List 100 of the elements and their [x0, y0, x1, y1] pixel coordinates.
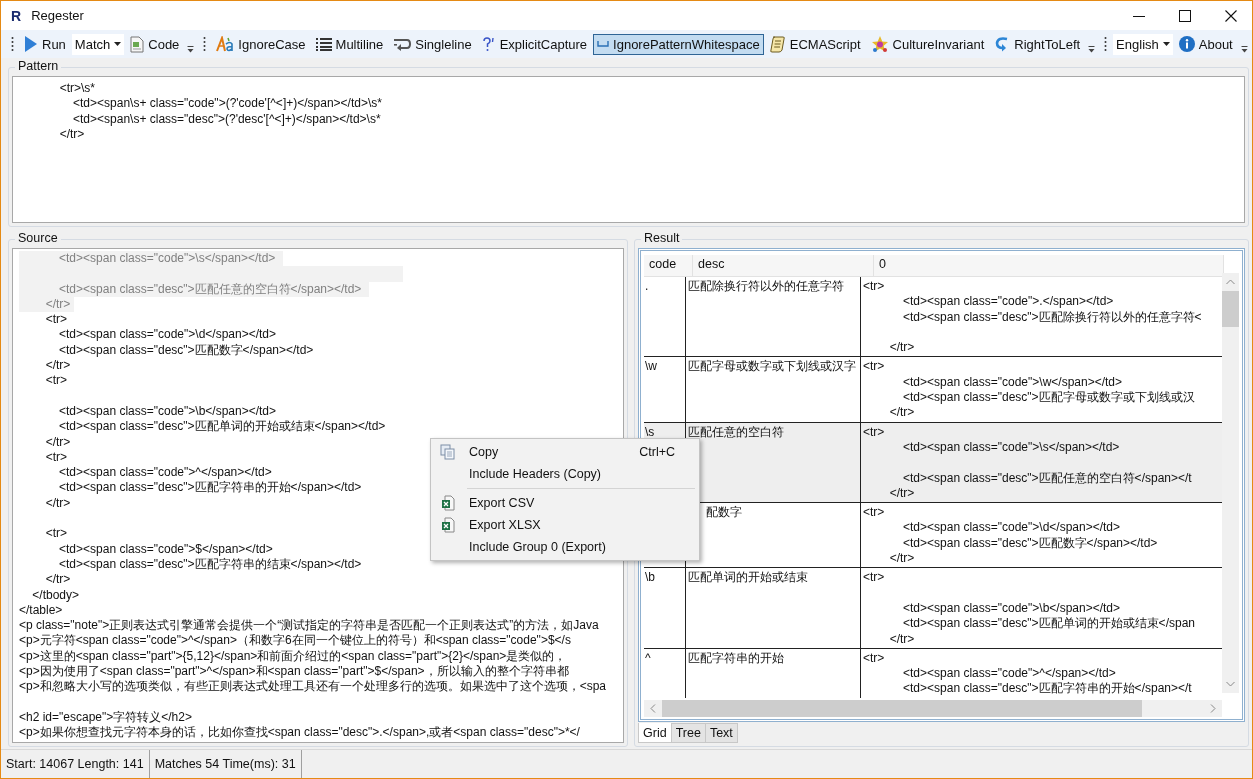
- table-cell[interactable]: <tr> <td><span class="code">\s</span></td> <td><span class="desc">匹配任意的空白符</span></t </tr>: [861, 422, 1224, 503]
- menu-item[interactable]: Export CSV: [433, 492, 697, 514]
- code-line: </tr>: [44, 434, 71, 449]
- app-logo: R: [11, 7, 22, 24]
- table-cell: \s: [645, 424, 655, 439]
- copy-icon: [440, 444, 456, 460]
- group-label: Pattern: [15, 59, 62, 73]
- code-line: <tr>\s*: [58, 81, 97, 97]
- option-toggle[interactable]: CultureInvariant: [866, 32, 989, 56]
- spreadsheet-icon: [441, 517, 455, 533]
- wrap-arrow-icon: [393, 37, 412, 51]
- code-line: <p>元字符<span class="code">^</span>（和数字6在同一个键位上的符号）和<span class="code">$</s: [19, 633, 571, 648]
- run-button[interactable]: Run: [20, 32, 70, 56]
- code-line: <td><span class="desc">匹配字符串的开始</span></td>: [58, 480, 362, 495]
- grip-icon[interactable]: [11, 36, 14, 52]
- menu-item[interactable]: Copy Ctrl+C: [433, 441, 697, 463]
- view-tab[interactable]: Text: [704, 723, 738, 743]
- maximize-icon[interactable]: [1179, 9, 1191, 22]
- option-toggle[interactable]: IgnoreCase: [212, 33, 310, 55]
- code-line: <p>如果你想查找元字符本身的话，比如你查找<span class="desc">.</span>,或者<span class="desc">*</: [19, 725, 580, 740]
- overflow-icon[interactable]: [187, 46, 195, 53]
- table-cell: ^: [645, 650, 651, 665]
- code-line: <td><span\s+ class="code">(?'code'[^<]+)</span></td>\s*: [72, 96, 383, 112]
- close-icon[interactable]: [1225, 9, 1237, 22]
- space-icon: [597, 40, 610, 48]
- caret-icon: [1162, 42, 1170, 46]
- menu-item[interactable]: Include Group 0 (Export): [433, 536, 697, 558]
- caret-icon: [114, 42, 122, 46]
- column-header[interactable]: desc: [693, 255, 874, 276]
- menu-item[interactable]: Export XLSX: [433, 514, 697, 536]
- view-tab[interactable]: Grid: [638, 723, 672, 743]
- table-cell: 匹配任意的空白符: [688, 424, 784, 439]
- code-line: <td><span class="code">^</span></td>: [58, 465, 272, 480]
- option-toggle[interactable]: Singleline: [389, 33, 476, 55]
- table-cell[interactable]: <tr> <td><span class="code">\w</span></td> <td><span class="desc">匹配字母或数字或下划线或汉 </tr>: [861, 357, 1224, 422]
- table-cell: 匹配字母或数字或下划线或汉字: [688, 359, 856, 374]
- code-line: <tr>: [44, 449, 68, 464]
- code-line: <td><span class="code">$</span></td>: [58, 541, 273, 556]
- scroll-thumb[interactable]: [1222, 291, 1239, 327]
- status-text: Start: 14067 Length: 141: [1, 750, 150, 778]
- pattern-editor[interactable]: <tr>\s* <td><span\s+ class="code">(?'code'[^<]+)</span></td>\s* <td><span\s+ class="desc">(?'desc'[^<]+)</span></td>\s* </tr>: [12, 76, 1245, 223]
- question-icon: [481, 36, 496, 52]
- option-toggle[interactable]: ECMAScript: [765, 32, 865, 56]
- code-line: </tr>: [44, 495, 71, 510]
- scroll-icon: [769, 35, 786, 53]
- document-icon: [130, 35, 145, 53]
- code-line: </tr>: [44, 358, 71, 373]
- code-button[interactable]: Code: [126, 32, 184, 56]
- info-icon: [1178, 36, 1195, 52]
- code-line: <td><span\s+ class="desc">(?'desc'[^<]+)</span></td>\s*: [72, 111, 382, 127]
- group-label: Source: [15, 231, 61, 245]
- option-toggle[interactable]: ExplicitCapture: [477, 33, 592, 55]
- code-line: <p class="note">正则表达式引擎通常会提供一个“测试指定的字符串是否匹配一个正则表达式”的方法，如Java: [19, 618, 599, 633]
- code-line: <td><span class="code">\d</span></td>: [58, 327, 277, 342]
- option-toggle[interactable]: RightToLeft: [990, 33, 1085, 55]
- column-header[interactable]: code: [644, 255, 693, 276]
- code-line: <h2 id="escape">字符转义</h2>: [19, 709, 192, 724]
- group-label: Result: [641, 231, 683, 245]
- code-line: <p>因为使用了<span class="part">^</span>和<span class="part">$</span>，所以输入的整个字符串都: [19, 664, 569, 678]
- table-cell[interactable]: <tr> <td><span class="code">\b</span></td> <td><span class="desc">匹配单词的开始或结束</span </tr>: [861, 568, 1224, 648]
- play-icon: [24, 35, 38, 53]
- scroll-thumb[interactable]: [662, 700, 1142, 717]
- table-cell-text: 配数字: [705, 505, 742, 520]
- mode-dropdown[interactable]: Match: [71, 33, 125, 55]
- table-cell: 匹配除换行符以外的任意字符: [688, 279, 844, 293]
- code-line: <tr>: [44, 373, 68, 388]
- star-icon: [870, 35, 889, 53]
- code-line: </tr>: [44, 572, 71, 587]
- code-line: </tbody>: [31, 587, 80, 602]
- text-style-icon: [216, 36, 235, 52]
- code-line: <td><span class="desc">匹配字符串的结束</span></td>: [58, 556, 362, 571]
- table-cell[interactable]: <tr> <td><span class="code">.</span></td> <td><span class="desc">匹配除换行符以外的任意字符< </tr>: [861, 277, 1224, 357]
- window-title: Regester: [31, 8, 84, 23]
- code-line: <td><span class="desc">匹配单词的开始或结束</span></td>: [58, 419, 386, 434]
- option-toggle[interactable]: Multiline: [311, 33, 388, 55]
- grip-icon[interactable]: [1104, 36, 1108, 52]
- code-line: <tr>: [44, 312, 68, 327]
- menu-item[interactable]: Include Headers (Copy): [433, 463, 697, 485]
- vertical-scrollbar[interactable]: [1222, 273, 1239, 693]
- table-cell: 匹配字符串的开始: [688, 650, 784, 665]
- overflow-icon[interactable]: [1088, 46, 1096, 53]
- code-line: </table>: [19, 602, 63, 617]
- grip-icon[interactable]: [203, 36, 207, 52]
- view-tab[interactable]: Tree: [670, 723, 706, 743]
- code-line: <p>和忽略大小写的选项类似，有些正则表达式处理工具还有一个处理多行的选项。如果选中了这个选项，<spa: [19, 679, 607, 694]
- table-cell[interactable]: <tr> <td><span class="code">\d</span></td> <td><span class="desc">匹配数字</span></td> </tr>: [861, 503, 1224, 568]
- code-line: <td><span class="desc">匹配数字</span></td>: [58, 342, 314, 357]
- table-cell[interactable]: <tr> <td><span class="code">^</span></td> <td><span class="desc">匹配字符串的开始</span></t: [861, 648, 1224, 698]
- about-button[interactable]: About: [1174, 33, 1237, 55]
- code-line: <tr>: [44, 526, 68, 541]
- list-icon: [315, 37, 332, 51]
- table-cell: 匹配单词的开始或结束: [688, 570, 808, 585]
- language-dropdown[interactable]: English: [1113, 33, 1173, 55]
- code-line: </tr>: [58, 126, 86, 143]
- option-toggle[interactable]: IgnorePatternWhitespace: [593, 33, 764, 55]
- horizontal-scrollbar[interactable]: [644, 700, 1222, 717]
- table-cell: \b: [645, 570, 655, 585]
- table-cell: \w: [645, 359, 657, 374]
- code-line: <td><span class="code">\b</span></td>: [58, 403, 277, 418]
- overflow-icon[interactable]: [1240, 46, 1248, 53]
